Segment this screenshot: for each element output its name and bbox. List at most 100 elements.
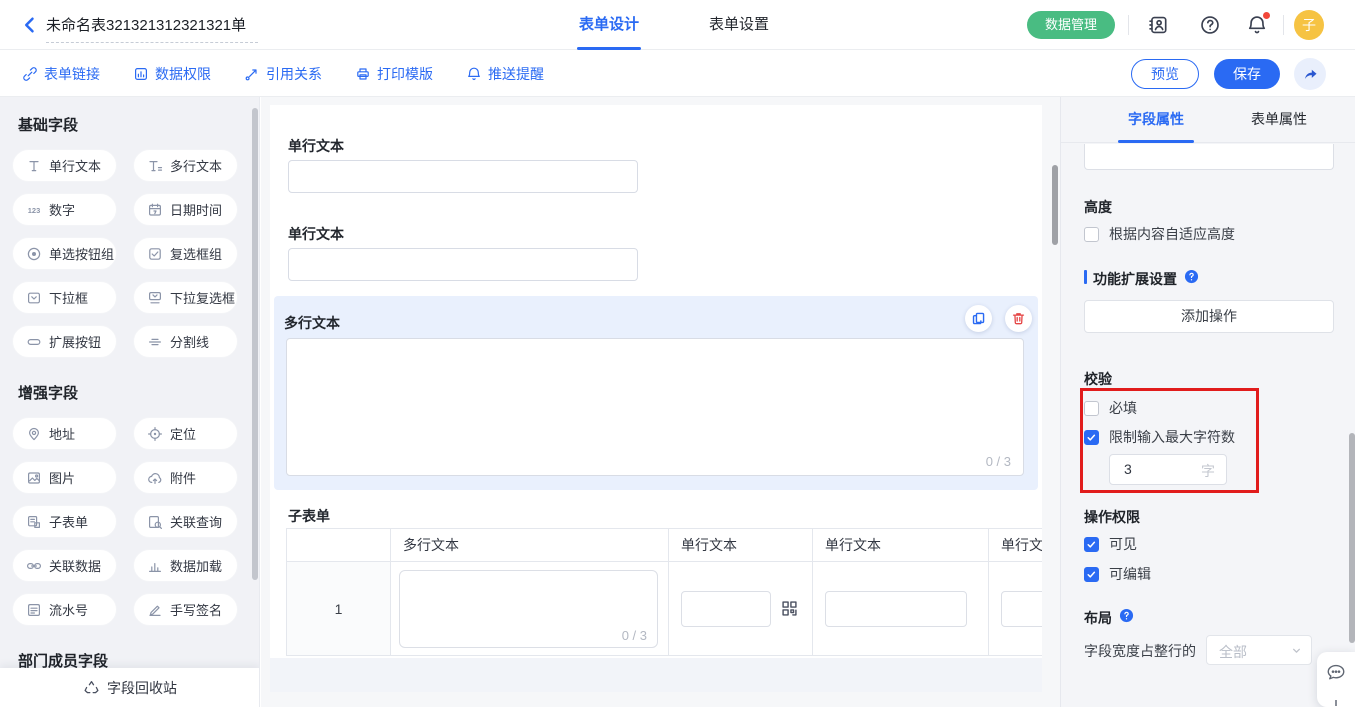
field-button-地址[interactable]: 地址	[12, 417, 117, 450]
field-button-下拉框[interactable]: 下拉框	[12, 281, 117, 314]
copy-field-icon[interactable]	[965, 305, 992, 332]
toolbar-item-label: 引用关系	[266, 64, 322, 84]
max-chars-checkbox[interactable]	[1084, 430, 1099, 445]
max-chars-input[interactable]: 3 字	[1109, 454, 1227, 485]
field-width-label: 字段宽度占整行的	[1084, 641, 1196, 661]
field-button-单选按钮组[interactable]: 单选按钮组	[12, 237, 117, 270]
field-button-数字[interactable]: 123数字	[12, 193, 117, 226]
contacts-icon[interactable]	[1147, 14, 1169, 36]
field-button-定位[interactable]: 定位	[133, 417, 238, 450]
relation-icon	[244, 66, 260, 82]
toolbar-item-3[interactable]: 打印模版	[355, 64, 433, 84]
canvas-scrollbar[interactable]	[1052, 165, 1058, 245]
section-accent-bar	[1084, 270, 1087, 284]
subform-input-cell-3	[989, 562, 1042, 655]
delete-field-icon[interactable]	[1005, 305, 1032, 332]
panel-scrollbar[interactable]	[1349, 433, 1355, 643]
single-line-input-1[interactable]	[288, 160, 638, 193]
field-button-单行文本[interactable]: 单行文本	[12, 149, 117, 182]
header-divider	[1128, 15, 1129, 35]
toolbar-item-0[interactable]: 表单链接	[22, 64, 100, 84]
chart-icon	[147, 558, 163, 574]
selected-multiline-field-block[interactable]: 多行文本 0 / 3	[274, 296, 1038, 490]
tab-form-properties[interactable]: 表单属性	[1241, 97, 1317, 142]
panel-partial-input[interactable]	[1084, 144, 1334, 170]
editable-checkbox[interactable]	[1084, 567, 1099, 582]
toolbar-item-1[interactable]: 数据权限	[133, 64, 211, 84]
field-recycle-bin-button[interactable]: 字段回收站	[0, 668, 260, 707]
sidebar-scrollbar[interactable]	[252, 108, 258, 580]
notification-bell-icon[interactable]	[1246, 14, 1268, 36]
toolbar-item-label: 推送提醒	[488, 64, 544, 84]
num-icon: 123	[26, 202, 42, 218]
toolbar-item-2[interactable]: 引用关系	[244, 64, 322, 84]
field-label-multiline: 多行文本	[284, 313, 340, 333]
field-button-流水号[interactable]: 流水号	[12, 593, 117, 626]
user-avatar[interactable]: 子	[1294, 10, 1324, 40]
field-button-关联数据[interactable]: 关联数据	[12, 549, 117, 582]
back-icon[interactable]	[20, 15, 40, 35]
top-header: 未命名表321321312321321单 表单设计 表单设置 数据管理 子	[0, 0, 1355, 50]
field-width-value: 全部	[1219, 642, 1247, 662]
preview-button[interactable]: 预览	[1131, 59, 1199, 89]
field-button-label: 图片	[49, 468, 75, 487]
required-checkbox[interactable]	[1084, 401, 1099, 416]
field-button-多行文本[interactable]: 多行文本	[133, 149, 238, 182]
subform-input-3[interactable]	[1001, 591, 1042, 627]
subform-input-cell-1	[669, 562, 813, 655]
save-button[interactable]: 保存	[1214, 59, 1280, 89]
field-button-数据加载[interactable]: 数据加载	[133, 549, 238, 582]
data-manage-button[interactable]: 数据管理	[1027, 11, 1115, 39]
subform-multiline-textarea[interactable]: 0 / 3	[399, 570, 658, 648]
help-icon[interactable]	[1199, 14, 1221, 36]
subform-icon	[26, 514, 42, 530]
field-button-复选框组[interactable]: 复选框组	[133, 237, 238, 270]
panel-tabs: 字段属性 表单属性	[1061, 97, 1355, 143]
subform-input-2[interactable]	[825, 591, 967, 627]
qr-scan-icon[interactable]	[780, 599, 799, 618]
field-button-附件[interactable]: 附件	[133, 461, 238, 494]
visible-checkbox[interactable]	[1084, 537, 1099, 552]
target-icon	[147, 426, 163, 442]
field-button-label: 手写签名	[170, 600, 222, 619]
tab-field-properties[interactable]: 字段属性	[1118, 97, 1194, 142]
field-library-sidebar: 基础字段单行文本多行文本123数字日期时间单选按钮组复选框组下拉框下拉复选框扩展…	[0, 97, 260, 707]
toolbar-item-4[interactable]: 推送提醒	[466, 64, 544, 84]
field-width-select[interactable]: 全部	[1206, 635, 1312, 665]
chat-icon[interactable]	[1326, 662, 1346, 682]
add-action-button[interactable]: 添加操作	[1084, 300, 1334, 333]
multiline-textarea[interactable]: 0 / 3	[286, 338, 1024, 476]
field-button-label: 复选框组	[170, 244, 222, 263]
field-button-label: 日期时间	[170, 200, 222, 219]
single-line-input-2[interactable]	[288, 248, 638, 281]
field-button-子表单[interactable]: 子表单	[12, 505, 117, 538]
tab-form-settings[interactable]: 表单设置	[707, 0, 771, 49]
layout-section-title: 布局	[1084, 608, 1112, 628]
field-button-下拉复选框[interactable]: 下拉复选框	[133, 281, 238, 314]
visible-checkbox-row[interactable]: 可见	[1084, 534, 1137, 554]
field-button-扩展按钮[interactable]: 扩展按钮	[12, 325, 117, 358]
field-button-日期时间[interactable]: 日期时间	[133, 193, 238, 226]
field-button-关联查询[interactable]: 关联查询	[133, 505, 238, 538]
svg-text:123: 123	[28, 205, 41, 214]
auto-height-checkbox-row[interactable]: 根据内容自适应高度	[1084, 224, 1235, 244]
editable-checkbox-row[interactable]: 可编辑	[1084, 564, 1151, 584]
subform-input-1[interactable]	[681, 591, 771, 627]
field-button-图片[interactable]: 图片	[12, 461, 117, 494]
toolbar-item-label: 数据权限	[155, 64, 211, 84]
recycle-icon	[83, 679, 100, 696]
tab-form-design[interactable]: 表单设计	[577, 0, 641, 49]
required-checkbox-row[interactable]: 必填	[1084, 398, 1137, 418]
field-button-分割线[interactable]: 分割线	[133, 325, 238, 358]
field-button-label: 扩展按钮	[49, 332, 101, 351]
max-chars-unit: 字	[1201, 461, 1215, 481]
form-title[interactable]: 未命名表321321312321321单	[46, 14, 258, 43]
layout-help-icon[interactable]	[1119, 608, 1134, 623]
max-chars-checkbox-row[interactable]: 限制输入最大字符数	[1084, 427, 1235, 447]
field-button-手写签名[interactable]: 手写签名	[133, 593, 238, 626]
extension-help-icon[interactable]	[1184, 269, 1199, 284]
linkdata-icon	[26, 558, 42, 574]
auto-height-checkbox[interactable]	[1084, 227, 1099, 242]
share-icon[interactable]	[1294, 58, 1326, 90]
validation-section-title: 校验	[1084, 369, 1112, 389]
